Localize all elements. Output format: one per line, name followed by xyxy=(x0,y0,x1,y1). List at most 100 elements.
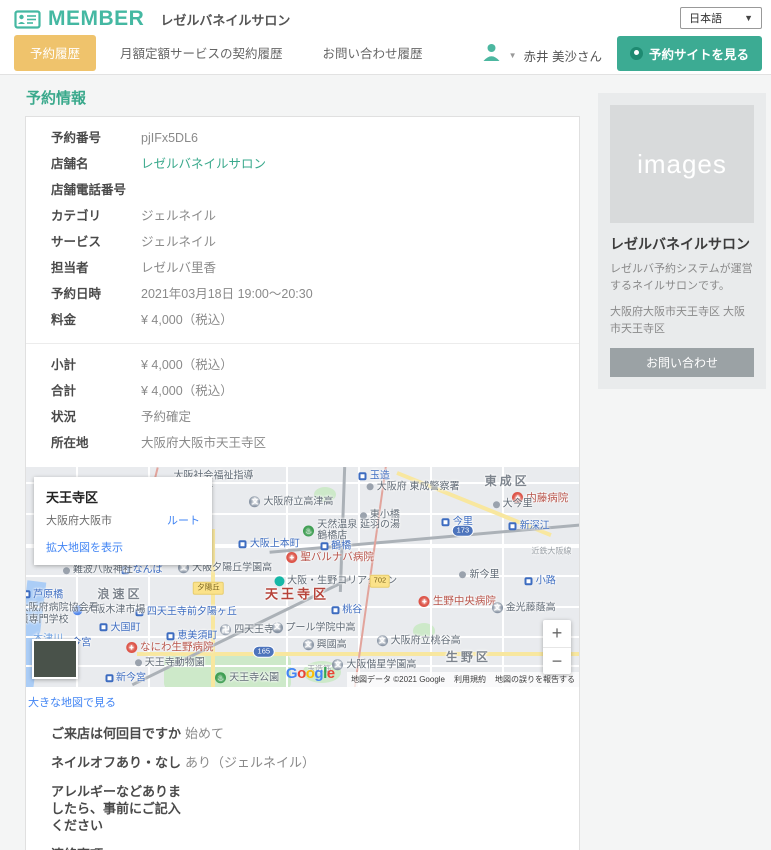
map-label: 702 xyxy=(369,575,391,588)
field-label: 担当者 xyxy=(51,261,89,275)
brand-logo[interactable]: MEMBER xyxy=(14,7,144,31)
map-label-text: 天王寺区 xyxy=(264,586,329,602)
station-pin-icon xyxy=(320,542,329,551)
map-label: 新今宮 xyxy=(105,672,146,684)
field-row: 小計 ¥ 4,000（税込） xyxy=(26,353,579,379)
poi-pin-icon xyxy=(459,571,467,579)
map-label-text: 玉造 xyxy=(369,470,390,482)
map-info-window: 天王寺区 大阪府大阪市 ルート 拡大地図を表示 xyxy=(34,477,212,565)
question-row: ネイルオフあり・なし あり（ジェルネイル） xyxy=(26,748,579,777)
question-label: ご来店は何回目ですか xyxy=(51,726,182,741)
field-row: 合計 ¥ 4,000（税込） xyxy=(26,379,579,405)
map-label-text: 天然温泉 延羽の湯 鶴橋店 xyxy=(317,519,401,542)
field-label: 小計 xyxy=(51,358,77,372)
field-value: ¥ 4,000（税込） xyxy=(141,358,233,372)
map-label: 文金光藤蔭高 xyxy=(491,602,556,614)
contact-button[interactable]: お問い合わせ xyxy=(610,348,754,378)
zoom-out-button[interactable]: − xyxy=(543,647,571,674)
map-label: 新今里 xyxy=(459,569,499,581)
field-label: サービス xyxy=(51,235,102,249)
zoom-control: + − xyxy=(543,620,571,674)
map-label: 文大阪府立高津高 xyxy=(249,496,333,508)
reservation-fields: 予約番号 pjIFx5DL6 店舗名 レゼルバネイルサロン 店舗電話番号 カテゴリ ジェルネ… xyxy=(26,126,579,334)
map-label-text: 金光藤蔭高 xyxy=(505,602,556,614)
school-pin-icon: 文 xyxy=(491,602,503,614)
salon-name-text: レゼルバネイルサロン xyxy=(160,12,291,28)
map-label: 大今里 xyxy=(492,498,533,511)
poi-pin-icon xyxy=(62,566,70,574)
tab[interactable]: 月額定額サービスの契約履歴 xyxy=(104,35,299,71)
field-row: 状況 予約確定 xyxy=(26,405,579,431)
poi-pin-icon xyxy=(134,659,142,667)
map-label-text: 生野中央病院 xyxy=(432,595,496,608)
brand-logo-text: MEMBER xyxy=(48,7,145,30)
question-label: ネイルオフあり・なし xyxy=(51,755,182,770)
questions-section: ご来店は何回目ですか 始めて ネイルオフあり・なし あり（ジェルネイル） アレルギーなど… xyxy=(26,719,579,850)
tab[interactable]: 予約履歴 xyxy=(14,35,97,71)
station-pin-icon xyxy=(441,518,450,526)
map-label: 文プール学院中高 xyxy=(271,622,356,634)
field-label: 料金 xyxy=(51,313,77,327)
header: MEMBER レゼルバネイルサロン 日本語 ▼ 予約履歴 月額定額サービスの契約履… xyxy=(0,0,771,75)
map-label: 大阪府 東成警察署 xyxy=(366,481,459,493)
view-site-button[interactable]: 予約サイトを見る xyxy=(616,36,762,71)
map-label: 難波八阪神社 xyxy=(62,565,133,577)
map-inset-thumbnail[interactable] xyxy=(32,639,78,679)
poi-pin-icon xyxy=(492,500,500,508)
station-pin-icon xyxy=(166,632,175,641)
field-value[interactable]: レゼルバネイルサロン xyxy=(141,157,266,172)
map-canvas[interactable]: 大阪社会福祉指導センター玉造大阪府 東成警察署東成区+内藤病院文大阪府立高津高大… xyxy=(26,467,579,687)
shop-card: images レゼルバネイルサロン レゼルバ予約システムが運営するネイルサロンで… xyxy=(598,93,766,390)
shop-image-text: images xyxy=(637,148,727,179)
field-label: 予約日時 xyxy=(51,287,102,301)
user-menu[interactable]: ▼ 赤井 美沙さん 予約サイトを見る xyxy=(481,36,762,74)
language-selector[interactable]: 日本語 ▼ xyxy=(680,7,762,29)
station-pin-icon xyxy=(105,674,114,683)
map-label: 桃谷 xyxy=(331,604,362,616)
map-label: ♨ 天然温泉 延羽の湯 鶴橋店 xyxy=(303,519,401,542)
poi-green-pin-icon: ♨ xyxy=(303,525,315,537)
map-label: 天王寺動物園 xyxy=(134,657,205,669)
map-label: 芦原橋 xyxy=(26,589,63,601)
field-value: 2021年03月18日 19:00～20:30 xyxy=(141,287,313,301)
map-label: 新深江 xyxy=(508,521,550,533)
view-larger-map-link[interactable]: 大きな地図で見る xyxy=(28,694,116,710)
map-label: 生野区 xyxy=(446,651,491,665)
shop-description: レゼルバ予約システムが運営するネイルサロンです。 xyxy=(610,263,753,293)
route-link[interactable]: ルート xyxy=(167,512,200,528)
question-label: アレルギーなどありましたら、事前にご記入ください xyxy=(51,784,182,833)
map-label: 大国町 xyxy=(99,622,141,634)
field-value: ジェルネイル xyxy=(141,209,217,223)
map-label: 小路 xyxy=(524,576,556,588)
attribution-data: 地図データ ©2021 Google xyxy=(351,675,445,684)
map-label-text: 天王寺公園 xyxy=(229,672,280,684)
school-pin-icon: 文 xyxy=(271,622,283,634)
field-label: 予約番号 xyxy=(51,131,102,145)
field-row: カテゴリ ジェルネイル xyxy=(26,204,579,230)
station-pin-icon xyxy=(358,471,367,480)
map-label-text: なんば xyxy=(132,564,163,576)
map-label-text: 大今里 xyxy=(502,498,533,510)
tab[interactable]: お問い合わせ履歴 xyxy=(307,35,439,71)
map-label-text: 桃谷 xyxy=(342,604,363,616)
field-row: 店舗電話番号 xyxy=(26,178,579,204)
map-label-text: 大阪上本町 xyxy=(249,538,300,550)
map-label-text: なにわ生野病院 xyxy=(140,641,214,654)
reservation-totals: 小計 ¥ 4,000（税込） 合計 ¥ 4,000（税込） 状況 予約確定 所在地 大阪府大阪… xyxy=(26,353,579,457)
station-pin-icon xyxy=(238,540,247,548)
map-label: 文大阪府立桃谷高 xyxy=(376,635,461,647)
field-label: 合計 xyxy=(51,384,77,398)
field-label: 状況 xyxy=(51,410,77,424)
poi-green-pin-icon: ♨ xyxy=(215,672,227,684)
school-pin-icon: 文 xyxy=(302,639,314,651)
field-value: ¥ 4,000（税込） xyxy=(141,313,233,327)
question-row: ご来店は何回目ですか 始めて xyxy=(26,719,579,748)
map-label: 大阪上本町 xyxy=(238,538,300,550)
field-row: 店舗名 レゼルバネイルサロン xyxy=(26,152,579,178)
map-label: 四天王寺前夕陽ヶ丘 xyxy=(135,606,237,618)
temple-pin-icon: 卍 xyxy=(220,624,232,636)
report-map-error-link[interactable]: 地図の誤りを報告する xyxy=(495,674,575,685)
zoom-in-button[interactable]: + xyxy=(543,620,571,647)
terms-link[interactable]: 利用規約 xyxy=(454,674,486,685)
enlarge-map-link[interactable]: 拡大地図を表示 xyxy=(46,539,123,555)
